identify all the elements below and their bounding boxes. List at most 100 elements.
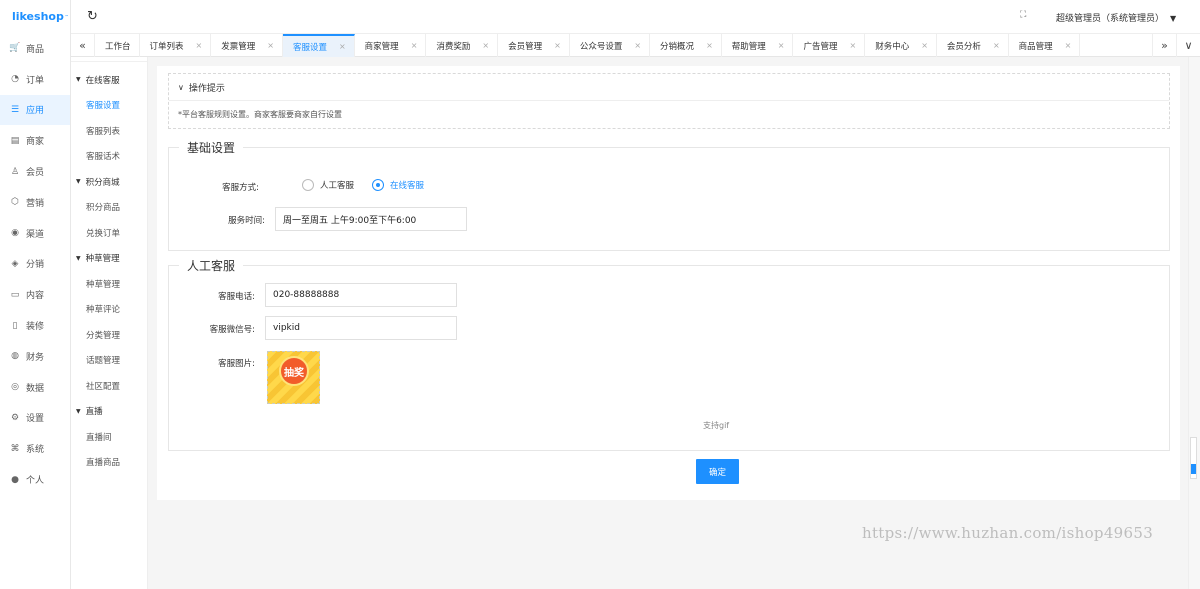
nav-item-7[interactable]: ◈ 分销: [0, 249, 70, 280]
refresh-icon[interactable]: ↻: [87, 9, 98, 24]
nav-item-11[interactable]: ◎ 数据: [0, 372, 70, 403]
basic-settings: 基础设置: [168, 139, 1170, 251]
time-label: 服务时间:: [228, 216, 265, 226]
subnav-item[interactable]: 积分商品: [71, 195, 147, 221]
tab-11[interactable]: 财务中心 ×: [865, 34, 937, 57]
nav-item-label: 系统: [26, 445, 45, 456]
nav-item-label: 内容: [26, 291, 45, 302]
nav-item-14[interactable]: ● 个人: [0, 464, 70, 495]
nav-item-5[interactable]: ⬡ 营销: [0, 187, 70, 218]
close-icon[interactable]: ×: [706, 41, 713, 50]
tab-7[interactable]: 公众号设置 ×: [570, 34, 651, 57]
tips-header[interactable]: ∨ 操作提示: [169, 74, 1169, 101]
tab-label: 会员管理: [508, 41, 543, 52]
close-icon[interactable]: ×: [196, 41, 203, 50]
tab-4[interactable]: 商家管理 ×: [355, 34, 427, 57]
tab-3[interactable]: 客服设置 ×: [282, 34, 355, 57]
basic-settings-legend: 基础设置: [187, 141, 236, 155]
tab-2[interactable]: 发票管理 ×: [211, 34, 283, 57]
close-icon[interactable]: ×: [411, 41, 418, 50]
tab-12[interactable]: 会员分析 ×: [937, 34, 1009, 57]
close-icon[interactable]: ×: [778, 41, 785, 50]
close-icon[interactable]: ×: [993, 41, 1000, 50]
nav-item-1[interactable]: ◔ 订单: [0, 64, 70, 95]
nav-item-0[interactable]: 🛒 商品: [0, 33, 70, 64]
phone-label: 客服电话:: [218, 292, 255, 302]
nav-item-13[interactable]: ⌘ 系统: [0, 433, 70, 464]
subnav-item[interactable]: 客服列表: [71, 118, 147, 144]
subnav-item[interactable]: 话题管理: [71, 348, 147, 374]
tab-label: 分销概况: [660, 41, 695, 52]
subnav-item[interactable]: 分类管理: [71, 322, 147, 348]
close-icon[interactable]: ×: [850, 41, 857, 50]
wechat-input[interactable]: vipkid: [265, 316, 457, 340]
subnav-group[interactable]: ▼ 积分商城: [71, 169, 147, 195]
subnav-item[interactable]: 直播间: [71, 424, 147, 450]
nav-item-2[interactable]: ☰ 应用: [0, 94, 70, 126]
nav-item-9[interactable]: ▯ 装修: [0, 310, 70, 341]
close-icon[interactable]: ×: [921, 41, 928, 50]
scrollbar[interactable]: [1188, 57, 1200, 589]
close-icon[interactable]: ×: [482, 41, 489, 50]
close-icon[interactable]: ×: [554, 41, 561, 50]
close-icon[interactable]: ×: [1065, 41, 1072, 50]
subnav-group[interactable]: ▼ 直播: [71, 399, 147, 425]
nav-item-label: 会员: [26, 168, 45, 179]
subnav-item[interactable]: 客服话术: [71, 144, 147, 170]
close-icon[interactable]: ×: [634, 41, 641, 50]
tab-10[interactable]: 广告管理 ×: [793, 34, 866, 57]
nav-item-label: 装修: [26, 322, 45, 333]
nav-item-12[interactable]: ⚙ 设置: [0, 403, 70, 434]
close-icon[interactable]: ×: [267, 41, 274, 50]
triangle-down-icon: ▼: [76, 254, 81, 262]
nav-item-label: 数据: [26, 383, 45, 394]
nav-item-3[interactable]: ▤ 商家: [0, 125, 70, 156]
nav-item-6[interactable]: ◉ 渠道: [0, 218, 70, 249]
subnav-group[interactable]: ▼ 种草管理: [71, 246, 147, 272]
tab-8[interactable]: 分销概况 ×: [650, 34, 722, 57]
tabs-prev-icon[interactable]: «: [71, 34, 95, 57]
tips-box: ∨ 操作提示 *平台客服规则设置。商家客服要商家自行设置: [168, 73, 1170, 129]
nav-item-label: 财务: [26, 352, 45, 363]
tab-5[interactable]: 消费奖励 ×: [426, 34, 499, 57]
marketing-icon: ⬡: [11, 197, 19, 208]
subnav-item[interactable]: 客服设置: [71, 93, 147, 119]
top-bar: ↻ ⛶ 超级管理员（系统管理员） ▼: [71, 0, 1200, 33]
close-icon[interactable]: ×: [339, 42, 346, 51]
tab-6[interactable]: 会员管理 ×: [498, 34, 570, 57]
service-time-input[interactable]: 周一至周五 上午9:00至下午6:00: [275, 207, 467, 231]
nav-item-4[interactable]: ♙ 会员: [0, 156, 70, 187]
book-icon: ▭: [10, 289, 20, 300]
confirm-button[interactable]: 确定: [696, 459, 739, 484]
tabs-next-icon[interactable]: »: [1152, 34, 1176, 57]
logo[interactable]: likeshop ™: [0, 0, 70, 33]
tab-9[interactable]: 帮助管理 ×: [722, 34, 794, 57]
subnav-item[interactable]: 种草评论: [71, 297, 147, 323]
nav-item-label: 设置: [26, 414, 45, 425]
fullscreen-icon[interactable]: ⛶: [1020, 10, 1026, 20]
subnav-item[interactable]: 社区配置: [71, 373, 147, 399]
nav-item-10[interactable]: ◍ 财务: [0, 341, 70, 372]
subnav-item[interactable]: 直播商品: [71, 450, 147, 476]
distribution-icon: ◈: [11, 258, 19, 269]
subnav-group-label: 直播: [85, 407, 103, 418]
subnav-item[interactable]: 种草管理: [71, 271, 147, 297]
logo-text: likeshop: [12, 10, 64, 23]
subnav-group[interactable]: ▼ 在线客服: [71, 67, 147, 93]
tips-text: *平台客服规则设置。商家客服要商家自行设置: [178, 110, 342, 119]
nav-item-label: 商品: [26, 44, 45, 55]
radio-online[interactable]: 在线客服: [372, 179, 424, 191]
nav-item-8[interactable]: ▭ 内容: [0, 279, 70, 310]
user-menu[interactable]: 超级管理员（系统管理员） ▼: [1056, 11, 1176, 24]
tab-label: 客服设置: [292, 42, 327, 53]
scrollbar-marker: [1191, 464, 1196, 474]
service-image[interactable]: 抽奖: [267, 351, 320, 404]
subnav-item[interactable]: 兑换订单: [71, 220, 147, 246]
phone-input[interactable]: 020-88888888: [265, 283, 457, 307]
tab-0[interactable]: 工作台: [95, 34, 140, 57]
radio-manual[interactable]: 人工客服: [302, 179, 354, 191]
tab-13[interactable]: 商品管理 ×: [1009, 34, 1081, 57]
tab-label: 财务中心: [875, 41, 910, 52]
tabs-more-icon[interactable]: ∨: [1176, 34, 1200, 57]
tab-1[interactable]: 订单列表 ×: [140, 34, 212, 57]
